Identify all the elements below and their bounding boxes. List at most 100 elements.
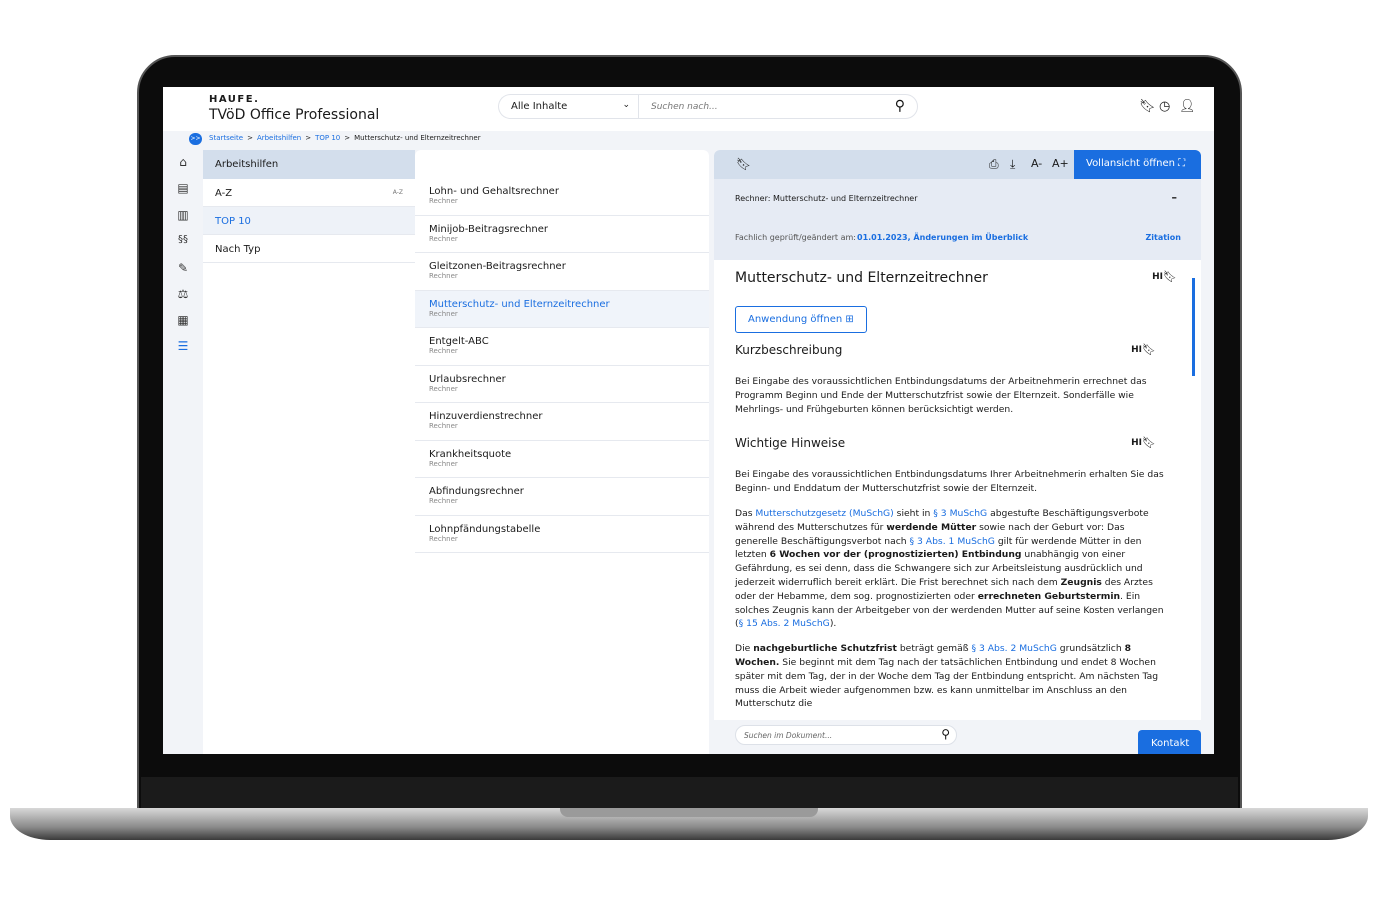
document-search-input[interactable]: Suchen im Dokument... ⚲ (735, 725, 957, 745)
text: Sie beginnt mit dem Tag nach der tatsäch… (735, 656, 1159, 710)
breadcrumb-top10[interactable]: TOP 10 (315, 134, 340, 142)
breadcrumb-startseite[interactable]: Startseite (209, 134, 243, 142)
law-link[interactable]: § 3 Abs. 2 MuSchG (971, 643, 1056, 654)
chevron-down-icon: ⌄ (622, 100, 630, 110)
bold-text: nachgeburtliche Schutzfrist (753, 643, 897, 655)
font-larger-button[interactable]: A+ (1052, 157, 1069, 170)
law-link[interactable]: § 3 MuSchG (933, 508, 987, 519)
paragraph: Bei Eingabe des voraussichtlichen Entbin… (735, 468, 1170, 496)
app-screen: HAUFE. TVöD Office Professional Alle Inh… (163, 87, 1214, 754)
download-icon[interactable]: ⤓ (1010, 157, 1015, 172)
doc-type: Rechner: Mutterschutz- und Elternzeitrec… (735, 194, 918, 203)
highlight-button[interactable]: HI (1131, 345, 1142, 355)
nav-item-top10[interactable]: TOP 10 (203, 207, 415, 235)
list-item[interactable]: Krankheitsquote Rechner (415, 441, 709, 478)
list-item[interactable]: Abfindungsrechner Rechner (415, 478, 709, 516)
list-item-title: Lohnpfändungstabelle (429, 523, 541, 535)
section-paragraphs: Bei Eingabe des voraussichtlichen Entbin… (735, 468, 1180, 711)
search-icon[interactable]: ⚲ (941, 727, 950, 741)
list-item-type: Rechner (429, 422, 458, 430)
collapse-button[interactable]: – (1172, 191, 1178, 204)
open-app-label: Anwendung öffnen (748, 314, 843, 325)
home-icon[interactable]: ⌂ (175, 155, 191, 169)
newspaper-icon[interactable]: ▤ (175, 181, 191, 195)
search-placeholder: Suchen nach... (651, 102, 718, 112)
sidebar-toggle-button[interactable]: >> (189, 133, 202, 145)
list-item[interactable]: Entgelt-ABC Rechner (415, 328, 709, 366)
text: grundsätzlich (1056, 643, 1125, 655)
scope-select[interactable]: Alle Inhalte ⌄ (498, 94, 638, 119)
doc-type-name: Mutterschutz- und Elternzeitrechner (772, 194, 918, 203)
paragraph-icon[interactable]: §§ (175, 234, 191, 245)
nav-item-label: A-Z (215, 188, 233, 199)
brand-logo[interactable]: HAUFE. (209, 94, 259, 105)
list-item[interactable]: Gleitzonen-Beitragsrechner Rechner (415, 253, 709, 291)
law-link[interactable]: § 3 Abs. 1 MuSchG (910, 536, 995, 547)
highlight-button[interactable]: HI (1152, 272, 1163, 282)
expand-icon: ⛶ (1178, 158, 1186, 169)
law-link[interactable]: § 15 Abs. 2 MuSchG (739, 618, 830, 629)
contact-button[interactable]: Kontakt (1138, 730, 1201, 754)
nav-item-nach-typ[interactable]: Nach Typ (203, 235, 415, 263)
text: beträgt gemäß (896, 643, 972, 655)
checked-label: Fachlich geprüft/geändert am: (735, 233, 856, 242)
bookmark-icon[interactable]: 🔖︎ (1142, 436, 1156, 449)
bookmark-icon[interactable]: 🔖︎ (1142, 343, 1156, 356)
document-panel: 🔖︎ ⎙ ⤓ A- A+ Vollansicht öffnen ⛶ Rechne… (714, 150, 1201, 754)
nav-item-label: Nach Typ (215, 244, 261, 255)
list-item-type: Rechner (429, 384, 458, 393)
user-icon[interactable]: 👤︎ (1179, 99, 1196, 114)
search-icon[interactable]: ⚲ (895, 98, 905, 114)
bookmark-icon[interactable]: 🔖︎ (1163, 270, 1177, 283)
list-item[interactable]: Minijob-Beitragsrechner Rechner (415, 216, 709, 253)
bookmark-icon[interactable]: 🔖︎ (1139, 99, 1156, 114)
citation-link[interactable]: Zitation (1145, 233, 1181, 242)
law-link[interactable]: Mutterschutzgesetz (MuSchG) (755, 508, 893, 519)
document-info: Rechner: Mutterschutz- und Elternzeitrec… (714, 179, 1201, 260)
text: Bei Eingabe des voraussichtlichen Entbin… (735, 469, 1164, 495)
edit-icon[interactable]: ✎ (175, 261, 191, 275)
left-panel: Arbeitshilfen A-Z A-Z TOP 10 Nach Typ (203, 150, 415, 754)
scales-icon[interactable]: ⚖ (175, 287, 191, 301)
list-item-title: Minijob-Beitragsrechner (429, 223, 549, 235)
list-item-type: Rechner (429, 459, 458, 468)
text: Die (735, 643, 754, 655)
doc-type-prefix: Rechner: (735, 194, 771, 203)
list-item-type: Rechner (429, 309, 458, 318)
scrollbar[interactable] (1192, 278, 1195, 376)
nav-item-label: TOP 10 (215, 216, 251, 227)
list-item-type: Rechner (429, 347, 458, 355)
bold-text: errechneten Geburtstermin (977, 590, 1121, 602)
open-app-button[interactable]: Anwendung öffnen ⊞ (735, 306, 867, 333)
font-smaller-button[interactable]: A- (1031, 157, 1042, 170)
list-item[interactable]: Hinzuverdienstrechner Rechner (415, 403, 709, 441)
highlight-button[interactable]: HI (1131, 438, 1142, 448)
list-item[interactable]: Urlaubsrechner Rechner (415, 366, 709, 403)
history-icon[interactable]: ◷ (1159, 99, 1170, 114)
list-item-type: Rechner (429, 234, 458, 243)
bookmark-icon[interactable]: 🔖︎ (736, 157, 751, 171)
list-item-title: Gleitzonen-Beitragsrechner (429, 261, 566, 272)
section-text: Bei Eingabe des voraussichtlichen Entbin… (735, 376, 1147, 415)
document-title: Mutterschutz- und Elternzeitrechner (735, 270, 988, 286)
list-icon[interactable]: ☰ (175, 339, 191, 353)
text: sieht in (893, 507, 934, 519)
full-view-button[interactable]: Vollansicht öffnen ⛶ (1074, 150, 1201, 179)
book-icon[interactable]: ▥ (175, 208, 191, 222)
document-icon[interactable]: ▦ (175, 313, 191, 327)
sort-az-icon: A-Z (392, 189, 403, 196)
list-item[interactable]: Lohnpfändungstabelle Rechner (415, 516, 709, 553)
print-icon[interactable]: ⎙ (989, 157, 999, 172)
list-item[interactable]: Mutterschutz- und Elternzeitrechner Rechn… (415, 290, 709, 328)
bold-text: werdende Mütter (886, 521, 977, 533)
search-input[interactable]: Suchen nach... ⚲ (638, 94, 918, 119)
breadcrumb-arbeitshilfen[interactable]: Arbeitshilfen (257, 134, 301, 142)
changes-link[interactable]: 01.01.2023, Änderungen im Überblick (857, 233, 1028, 242)
text: ). (829, 618, 837, 630)
nav-item-a-z[interactable]: A-Z A-Z (203, 179, 415, 207)
list-item[interactable]: Lohn- und Gehaltsrechner Rechner (415, 178, 709, 216)
document-search-placeholder: Suchen im Dokument... (744, 731, 833, 740)
document-footer: Suchen im Dokument... ⚲ (714, 720, 1201, 754)
list-item-title: Lohn- und Gehaltsrechner (429, 186, 559, 197)
list-item-title: Krankheitsquote (429, 448, 512, 460)
